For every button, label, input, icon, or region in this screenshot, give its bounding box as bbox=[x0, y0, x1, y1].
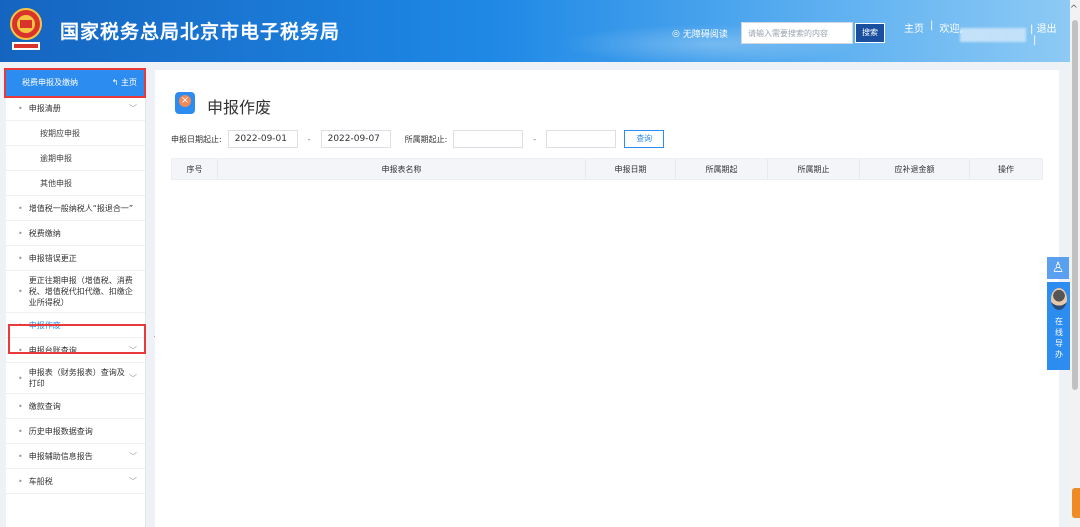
logout-separator: | bbox=[1030, 24, 1034, 35]
sidebar-item-label: 申报错误更正 bbox=[28, 253, 77, 263]
sidebar-subitem[interactable]: 按期应申报 bbox=[6, 121, 145, 146]
bullet-icon: • bbox=[18, 401, 23, 411]
sidebar-subitem[interactable]: 其他申报 bbox=[6, 171, 145, 196]
scrollbar-thumb[interactable] bbox=[1072, 20, 1078, 390]
side-orange-tab[interactable] bbox=[1072, 488, 1080, 518]
sidebar-item-label: 更正往期申报（增值税、消费税、增值税代扣代缴、扣缴企业所得税） bbox=[28, 276, 133, 307]
column-header: 申报日期 bbox=[586, 159, 676, 179]
sidebar-item[interactable]: • 更正往期申报（增值税、消费税、增值税代扣代缴、扣缴企业所得税） bbox=[6, 271, 145, 313]
page-title: 申报作废 bbox=[207, 98, 272, 117]
sidebar-item-label: 增值税一般纳税人“报退合一” bbox=[28, 203, 134, 213]
bullet-icon: • bbox=[18, 426, 23, 436]
period-label: 所属期起止: bbox=[404, 134, 448, 144]
date-dash: - bbox=[307, 134, 311, 144]
main-panel: 申报作废 申报日期起止: 2022-09-01 - 2022-09-07 所属期… bbox=[155, 70, 1059, 527]
bullet-icon: • bbox=[18, 228, 23, 238]
search-input[interactable]: 请输入需要搜索的内容 bbox=[741, 22, 853, 44]
sidebar-item-label: 历史申报数据查询 bbox=[28, 426, 93, 436]
sidebar-item-label: 申报辅助信息报告 bbox=[28, 451, 93, 461]
online-guide-label: 在线导办 bbox=[1055, 317, 1063, 359]
sidebar-item-label: 缴款查询 bbox=[28, 401, 61, 411]
sidebar-item[interactable]: • 缴款查询 bbox=[6, 394, 145, 419]
chevron-down-icon[interactable]: ﹀ bbox=[129, 373, 137, 384]
chevron-down-icon[interactable]: ﹀ bbox=[129, 451, 137, 462]
chevron-down-icon[interactable]: ﹀ bbox=[129, 103, 137, 114]
period-start-input[interactable] bbox=[453, 130, 524, 148]
link-separator: | bbox=[930, 20, 934, 31]
bullet-icon: • bbox=[18, 451, 23, 461]
logout-label[interactable]: 退出 bbox=[1037, 24, 1057, 35]
column-header: 应补退金额 bbox=[860, 159, 970, 179]
highlight-box-void-item bbox=[8, 324, 146, 354]
table-header: 序号 申报表名称 申报日期 所属期起 所属期止 应补退金额 操作 bbox=[171, 158, 1043, 180]
sidebar-item[interactable]: • 申报清册 ﹀ bbox=[6, 96, 145, 121]
scroll-up-icon[interactable]: ^ bbox=[1070, 4, 1078, 15]
bullet-icon: • bbox=[18, 287, 23, 296]
sidebar: 税费申报及缴纳 ↰ 主页 • 申报清册 ﹀ 按期应申报 逾期申报 其他申报 • 增值税一般纳税… bbox=[6, 68, 146, 527]
declare-date-end-input[interactable]: 2022-09-07 bbox=[320, 130, 391, 148]
accessibility-link[interactable]: ◎ 无障碍阅读 bbox=[672, 27, 728, 41]
period-dash: - bbox=[533, 134, 537, 144]
logout-link[interactable]: | 退出 bbox=[1030, 20, 1057, 35]
sidebar-item[interactable]: • 申报表（财务报表）查询及打印 ﹀ bbox=[6, 363, 145, 394]
bullet-icon: • bbox=[18, 476, 23, 486]
highlight-box-menu-root bbox=[4, 68, 146, 98]
bullet-icon: • bbox=[18, 373, 23, 383]
logout-bar: | bbox=[1033, 35, 1037, 46]
void-document-icon bbox=[175, 92, 195, 114]
home-link[interactable]: 主页 bbox=[904, 20, 924, 35]
column-header: 申报表名称 bbox=[218, 159, 586, 179]
sidebar-item[interactable]: • 申报辅助信息报告 ﹀ bbox=[6, 444, 145, 469]
filter-row: 申报日期起止: 2022-09-01 - 2022-09-07 所属期起止: -… bbox=[171, 130, 665, 148]
blurred-username bbox=[960, 28, 1026, 42]
site-title: 国家税务总局北京市电子税务局 bbox=[60, 21, 341, 43]
eye-icon: ◎ bbox=[672, 28, 680, 39]
sidebar-item-label: 申报表（财务报表）查询及打印 bbox=[28, 368, 125, 388]
declare-date-label: 申报日期起止: bbox=[171, 134, 222, 144]
search-button[interactable]: 搜索 bbox=[855, 23, 885, 43]
top-links: 主页 | 欢迎, bbox=[904, 20, 963, 35]
column-header: 序号 bbox=[172, 159, 218, 179]
period-end-input[interactable] bbox=[546, 130, 617, 148]
sidebar-item-label: 申报清册 bbox=[28, 103, 61, 113]
bullet-icon: • bbox=[18, 253, 23, 263]
column-header: 操作 bbox=[998, 164, 1014, 174]
sidebar-item[interactable]: • 增值税一般纳税人“报退合一” bbox=[6, 196, 145, 221]
chevron-down-icon[interactable]: ﹀ bbox=[129, 476, 137, 487]
sidebar-item[interactable]: • 申报错误更正 bbox=[6, 246, 145, 271]
top-banner: 国家税务总局北京市电子税务局 ◎ 无障碍阅读 请输入需要搜索的内容 搜索 主页 … bbox=[0, 0, 1080, 62]
declare-date-start-input[interactable]: 2022-09-01 bbox=[227, 130, 298, 148]
sidebar-item[interactable]: • 历史申报数据查询 bbox=[6, 419, 145, 444]
sidebar-subitem[interactable]: 逾期申报 bbox=[6, 146, 145, 171]
bullet-icon: • bbox=[18, 203, 23, 213]
sidebar-item-label: 税费缴纳 bbox=[28, 228, 61, 238]
accessibility-label: 无障碍阅读 bbox=[682, 30, 728, 40]
sidebar-item[interactable]: • 税费缴纳 bbox=[6, 221, 145, 246]
page-scrollbar[interactable] bbox=[1070, 0, 1080, 527]
sidebar-menu: • 申报清册 ﹀ 按期应申报 逾期申报 其他申报 • 增值税一般纳税人“报退合一” • 税费缴纳 •… bbox=[6, 96, 145, 494]
query-button[interactable]: 查询 bbox=[624, 130, 665, 148]
column-header: 所属期止 bbox=[768, 159, 860, 179]
online-guide-button[interactable]: 在线导办 bbox=[1047, 282, 1071, 370]
column-header: 所属期起 bbox=[676, 159, 768, 179]
bullet-icon: • bbox=[18, 103, 23, 113]
sidebar-item[interactable]: • 车船税 ﹀ bbox=[6, 469, 145, 494]
user-service-icon[interactable]: ♙ bbox=[1047, 257, 1069, 279]
tax-emblem-icon bbox=[10, 8, 42, 50]
sidebar-item-label: 车船税 bbox=[28, 476, 53, 486]
